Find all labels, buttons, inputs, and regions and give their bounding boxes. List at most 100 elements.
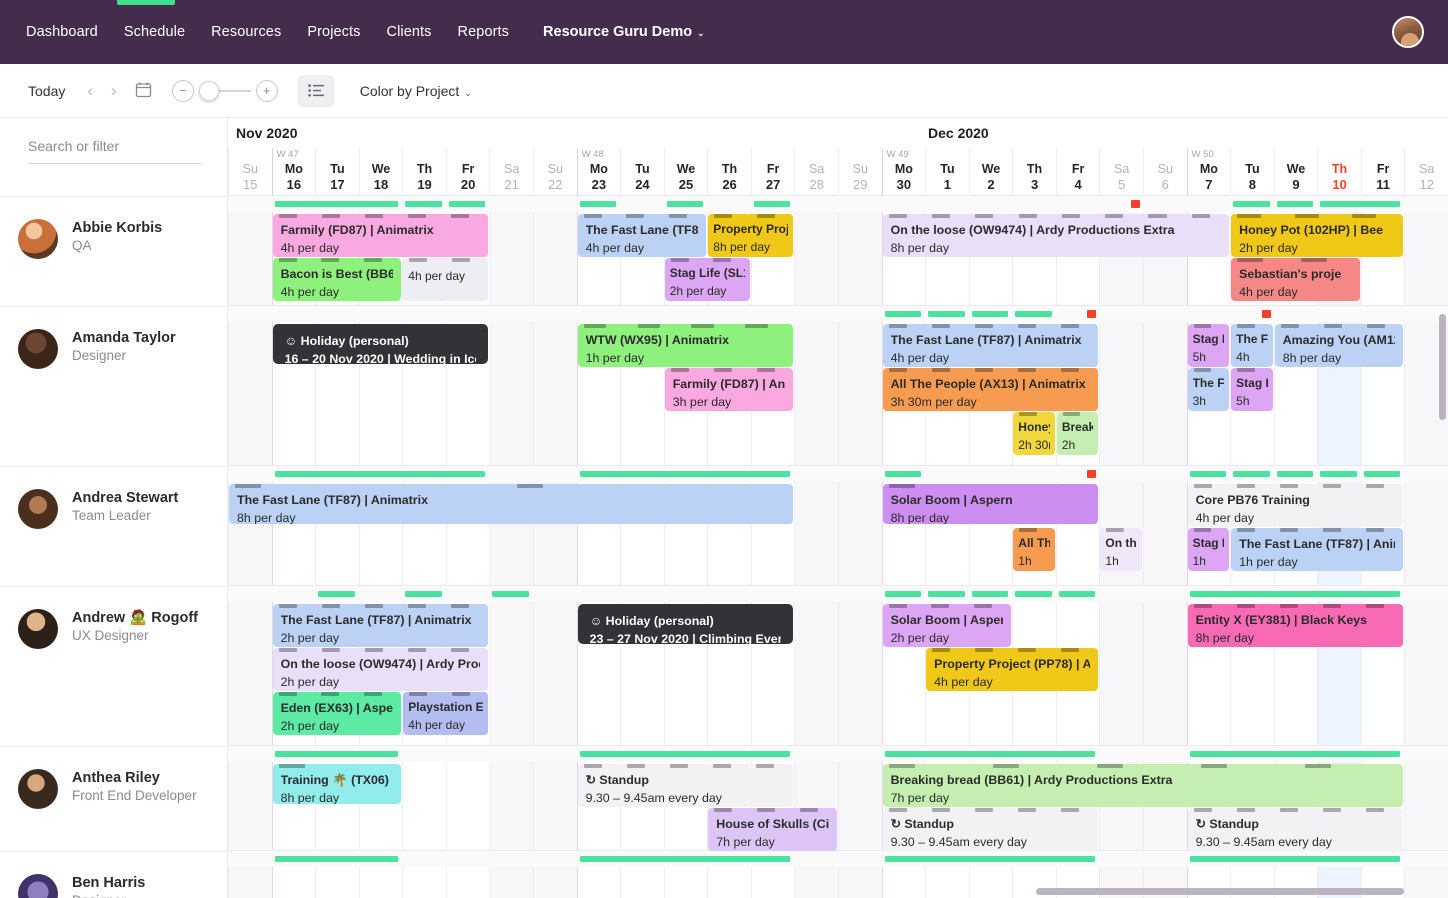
today-button[interactable]: Today bbox=[28, 83, 65, 99]
nav-item-resources[interactable]: Resources bbox=[211, 24, 281, 40]
previous-period-button[interactable]: ‹ bbox=[87, 82, 93, 99]
booking-block[interactable]: The Fas 4h bbox=[1231, 324, 1273, 367]
resource-row[interactable]: Abbie Korbis QA bbox=[0, 197, 227, 307]
booking-block[interactable]: On the loose (OW9474) | Ardy Productions… bbox=[882, 214, 1230, 257]
booking-block[interactable]: ↻ Standup 9.30 – 9.45am every day bbox=[1187, 808, 1404, 851]
booking-block[interactable]: Training 🌴 (TX06) | Aspern 8h per day bbox=[272, 764, 402, 804]
booking-block[interactable]: All The 1h bbox=[1013, 528, 1055, 571]
booking-block[interactable]: All The People (AX13) | Animatrix 3h 30m … bbox=[882, 368, 1099, 411]
calendar-icon[interactable] bbox=[135, 81, 152, 101]
booking-block[interactable]: Stag Lif 5h bbox=[1231, 368, 1273, 411]
next-period-button[interactable]: › bbox=[111, 82, 117, 99]
booking-block[interactable]: The Fast Lane (TF87) | Animatrix 4h per d… bbox=[882, 324, 1099, 367]
day-column[interactable] bbox=[489, 196, 533, 898]
search-box[interactable] bbox=[28, 138, 209, 164]
booking-block[interactable]: Farmily (FD87) | Animatrix 4h per day bbox=[272, 214, 489, 257]
day-header-cell[interactable]: W 48 Mo 23 bbox=[576, 148, 621, 196]
resource-row[interactable]: Amanda Taylor Designer bbox=[0, 307, 227, 467]
booking-block[interactable]: Property Projec 8h per day bbox=[708, 214, 794, 257]
booking-block[interactable]: House of Skulls (City) (HS 7h per day bbox=[708, 808, 837, 851]
day-header-cell[interactable]: Sa 21 bbox=[489, 148, 533, 196]
booking-block[interactable]: On the 1h bbox=[1100, 528, 1142, 571]
day-header-cell[interactable]: Th 10 bbox=[1317, 148, 1361, 196]
search-input[interactable] bbox=[28, 138, 209, 154]
day-header-cell[interactable]: Su 6 bbox=[1143, 148, 1187, 196]
nav-item-reports[interactable]: Reports bbox=[458, 24, 509, 40]
day-header-cell[interactable]: Th 26 bbox=[707, 148, 751, 196]
day-column[interactable] bbox=[445, 196, 490, 898]
zoom-slider[interactable] bbox=[198, 80, 251, 101]
day-header-cell[interactable]: We 18 bbox=[358, 148, 403, 196]
booking-block[interactable]: Stag Lif 5h bbox=[1187, 324, 1230, 367]
day-header-cell[interactable]: Fr 11 bbox=[1360, 148, 1405, 196]
day-header-cell[interactable]: Su 22 bbox=[533, 148, 577, 196]
holiday-block[interactable]: ☺ Holiday (personal) 23 – 27 Nov 2020 | C… bbox=[577, 604, 794, 644]
resource-row[interactable]: Anthea Riley Front End Developer bbox=[0, 747, 227, 852]
day-header-cell[interactable]: We 9 bbox=[1273, 148, 1318, 196]
day-column[interactable] bbox=[794, 196, 838, 898]
booking-block[interactable]: Bacon is Best (BB62) | Ar 4h per day bbox=[272, 258, 402, 301]
booking-block[interactable]: ↻ Standup 9.30 – 9.45am every day bbox=[882, 808, 1099, 851]
booking-block[interactable]: The Fast Lane (TF87) | An 4h per day bbox=[577, 214, 707, 257]
resource-row[interactable]: Andrew 🧟 Rogoff UX Designer bbox=[0, 587, 227, 747]
day-header-cell[interactable]: Tu 1 bbox=[925, 148, 969, 196]
day-header-cell[interactable]: W 49 Mo 30 bbox=[881, 148, 926, 196]
booking-block[interactable]: WTW (WX95) | Animatrix 1h per day bbox=[577, 324, 794, 367]
zoom-in-button[interactable]: + bbox=[255, 79, 278, 102]
day-header-cell[interactable]: Fr 27 bbox=[750, 148, 795, 196]
booking-block[interactable]: Solar Boom | Aspern 2h per day bbox=[882, 604, 1012, 647]
zoom-slider-handle[interactable] bbox=[198, 80, 219, 101]
booking-block[interactable]: Stag Life (SL13) 2h per day bbox=[664, 258, 750, 301]
booking-block[interactable]: 4h per day bbox=[403, 258, 489, 301]
day-column[interactable] bbox=[1404, 196, 1448, 898]
day-header-cell[interactable]: Sa 5 bbox=[1099, 148, 1143, 196]
booking-block[interactable]: Honey Pot (102HP) | Bee 2h per day bbox=[1231, 214, 1404, 257]
user-avatar[interactable] bbox=[1392, 16, 1424, 48]
zoom-out-button[interactable]: − bbox=[171, 79, 194, 102]
booking-block[interactable]: ↻ Standup 9.30 – 9.45am every day bbox=[577, 764, 794, 807]
resource-row[interactable]: Ben HarrisDesigner(GMT-5) Eastern Time (… bbox=[0, 852, 227, 898]
booking-block[interactable]: Solar Boom | Aspern 8h per day bbox=[882, 484, 1099, 524]
organization-switcher[interactable]: Resource Guru Demo ⌄ bbox=[543, 24, 705, 40]
list-view-icon[interactable] bbox=[297, 74, 334, 107]
day-header-cell[interactable]: Tu 8 bbox=[1230, 148, 1274, 196]
day-header-cell[interactable]: W 50 Mo 7 bbox=[1186, 148, 1231, 196]
day-header-cell[interactable]: Su 29 bbox=[838, 148, 882, 196]
booking-block[interactable]: On the loose (OW9474) | Ardy Productions… bbox=[272, 648, 489, 691]
booking-block[interactable]: Honey 2h 30m bbox=[1013, 412, 1055, 455]
day-header-cell[interactable]: Tu 17 bbox=[315, 148, 359, 196]
booking-block[interactable]: The Fast Lane (TF87) | Animatrix 2h per d… bbox=[272, 604, 489, 647]
nav-item-dashboard[interactable]: Dashboard bbox=[26, 24, 98, 40]
booking-block[interactable]: Entity X (EY381) | Black Keys 8h per day bbox=[1187, 604, 1404, 647]
booking-block[interactable]: Breakin 2h bbox=[1056, 412, 1099, 455]
day-header-cell[interactable]: Tu 24 bbox=[620, 148, 664, 196]
booking-block[interactable]: Stag Lif 1h bbox=[1187, 528, 1230, 571]
day-header-cell[interactable]: We 2 bbox=[968, 148, 1013, 196]
day-header-cell[interactable]: Fr 20 bbox=[445, 148, 490, 196]
booking-block[interactable]: The Fast Lane (TF87) | Animatrix 8h per d… bbox=[229, 484, 794, 524]
color-by-selector[interactable]: Color by Project ⌄ bbox=[360, 83, 472, 99]
nav-item-projects[interactable]: Projects bbox=[307, 24, 360, 40]
booking-block[interactable]: The Fast Lane (TF87) | Animatrix 1h per d… bbox=[1231, 528, 1404, 571]
booking-block[interactable]: Sebastian's proje 4h per day bbox=[1231, 258, 1360, 301]
day-column[interactable] bbox=[228, 196, 272, 898]
booking-block[interactable]: Farmily (FD87) | Animatrix 3h per day bbox=[664, 368, 794, 411]
booking-block[interactable]: Playstation Even 4h per day bbox=[403, 692, 489, 735]
day-column[interactable] bbox=[402, 196, 446, 898]
day-header-cell[interactable]: We 25 bbox=[663, 148, 708, 196]
day-header-cell[interactable]: Sa 12 bbox=[1404, 148, 1448, 196]
day-header-cell[interactable]: Th 19 bbox=[402, 148, 446, 196]
booking-block[interactable]: Core PB76 Training 4h per day bbox=[1187, 484, 1404, 527]
zoom-control[interactable]: − + bbox=[171, 79, 278, 102]
day-header-cell[interactable]: W 47 Mo 16 bbox=[271, 148, 316, 196]
day-column[interactable] bbox=[533, 196, 577, 898]
day-header-cell[interactable]: Su 15 bbox=[228, 148, 272, 196]
day-header-cell[interactable]: Fr 4 bbox=[1055, 148, 1100, 196]
booking-block[interactable]: Amazing You (AM12) | An 8h per day bbox=[1274, 324, 1404, 367]
nav-item-clients[interactable]: Clients bbox=[387, 24, 432, 40]
booking-grid[interactable]: Farmily (FD87) | Animatrix 4h per day Baco… bbox=[228, 196, 1448, 898]
resource-row[interactable]: Andrea Stewart Team Leader bbox=[0, 467, 227, 587]
booking-block[interactable]: Breaking bread (BB61) | Ardy Productions… bbox=[882, 764, 1404, 807]
day-column[interactable] bbox=[838, 196, 882, 898]
booking-block[interactable]: Property Project (PP78) | Aardvar 4h per … bbox=[926, 648, 1099, 691]
